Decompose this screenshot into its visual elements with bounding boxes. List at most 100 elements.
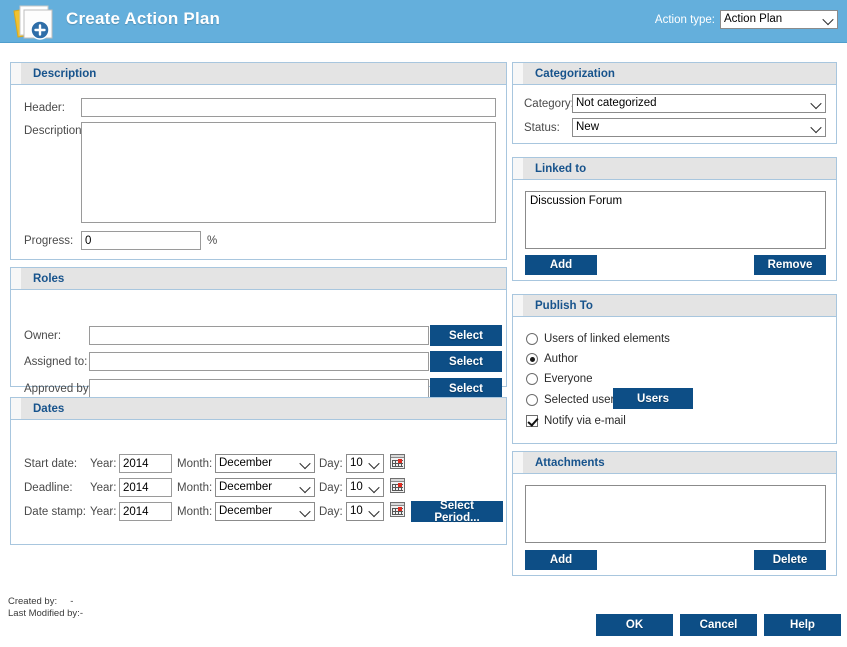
radio-label: Selected users <box>544 394 620 406</box>
approved-by-input[interactable] <box>89 379 429 398</box>
attachments-delete-button[interactable]: Delete <box>754 550 826 570</box>
description-textarea[interactable] <box>81 122 496 223</box>
roles-panel-title: Roles <box>11 273 64 285</box>
approved-by-label: Approved by: <box>24 383 92 395</box>
notify-via-email-label: Notify via e-mail <box>544 415 626 427</box>
linked-to-remove-button[interactable]: Remove <box>754 255 826 275</box>
notify-via-email-checkbox-row[interactable]: Notify via e-mail <box>526 415 626 427</box>
action-type-select[interactable]: Action Plan <box>720 10 838 29</box>
radio-button-icon[interactable] <box>526 333 538 345</box>
date-stamp-label: Date stamp: <box>24 506 86 518</box>
dates-panel: Dates Start date: Year: Month: December … <box>10 397 507 545</box>
checkbox-icon[interactable] <box>526 415 538 427</box>
categorization-panel: Categorization Category: Not categorized… <box>512 62 837 144</box>
attachments-panel-header: Attachments <box>513 452 836 474</box>
date-stamp-month-select[interactable]: December <box>215 502 315 521</box>
linked-to-listbox[interactable]: Discussion Forum <box>525 191 826 249</box>
header-input[interactable] <box>81 98 496 117</box>
linked-to-add-button[interactable]: Add <box>525 255 597 275</box>
cancel-button[interactable]: Cancel <box>680 614 757 636</box>
title-bar: Create Action Plan Action type: Action P… <box>0 0 847 43</box>
users-button[interactable]: Users <box>613 388 693 409</box>
action-type-control: Action type: Action Plan <box>655 10 838 29</box>
assigned-to-input[interactable] <box>89 352 429 371</box>
assigned-to-label: Assigned to: <box>24 356 87 368</box>
radio-label: Author <box>544 353 578 365</box>
publish-to-panel-title: Publish To <box>513 300 593 312</box>
radio-everyone[interactable]: Everyone <box>526 373 593 385</box>
dates-panel-header: Dates <box>11 398 506 420</box>
start-date-label: Start date: <box>24 458 77 470</box>
linked-to-panel-title: Linked to <box>513 163 586 175</box>
owner-input[interactable] <box>89 326 429 345</box>
start-date-month-select[interactable]: December <box>215 454 315 473</box>
start-date-calendar-icon[interactable] <box>390 454 405 469</box>
create-action-plan-dialog: Create Action Plan Action type: Action P… <box>0 0 847 647</box>
radio-button-icon[interactable] <box>526 353 538 365</box>
last-modified-by-text: Last Modified by:- <box>8 608 83 619</box>
description-panel: Description Header: Description: Progres… <box>10 62 507 260</box>
select-period-button[interactable]: Select Period... <box>411 501 503 522</box>
attachments-add-button[interactable]: Add <box>525 550 597 570</box>
action-type-label: Action type: <box>655 14 715 26</box>
list-item[interactable]: Discussion Forum <box>530 195 821 207</box>
attachments-listbox[interactable] <box>525 485 826 543</box>
radio-label: Users of linked elements <box>544 333 670 345</box>
linked-to-panel: Linked to Discussion Forum Add Remove <box>512 157 837 281</box>
radio-users-of-linked-elements[interactable]: Users of linked elements <box>526 333 670 345</box>
progress-input[interactable] <box>81 231 201 250</box>
publish-to-panel-body: Users of linked elements Author Everyone… <box>513 317 836 443</box>
deadline-month-select[interactable]: December <box>215 478 315 497</box>
radio-author[interactable]: Author <box>526 353 578 365</box>
page-title: Create Action Plan <box>66 9 220 29</box>
description-panel-body: Header: Description: Progress: % <box>11 85 506 259</box>
radio-button-icon[interactable] <box>526 394 538 406</box>
description-panel-header: Description <box>11 63 506 85</box>
date-stamp-day-label: Day: <box>319 506 343 518</box>
date-stamp-year-label: Year: <box>90 506 116 518</box>
category-select[interactable]: Not categorized <box>572 94 826 113</box>
date-stamp-year-input[interactable] <box>119 502 172 521</box>
dates-panel-body: Start date: Year: Month: December Day: 1… <box>11 420 506 544</box>
attachments-panel-title: Attachments <box>513 457 605 469</box>
deadline-year-input[interactable] <box>119 478 172 497</box>
radio-button-icon[interactable] <box>526 373 538 385</box>
description-field-label: Description: <box>24 125 85 137</box>
deadline-month-label: Month: <box>177 482 212 494</box>
status-label: Status: <box>524 122 560 134</box>
progress-label: Progress: <box>24 235 73 247</box>
owner-label: Owner: <box>24 330 61 342</box>
date-stamp-month-label: Month: <box>177 506 212 518</box>
dates-panel-title: Dates <box>11 403 64 415</box>
date-stamp-calendar-icon[interactable] <box>390 502 405 517</box>
description-panel-title: Description <box>11 68 96 80</box>
attachments-panel: Attachments Add Delete <box>512 451 837 576</box>
publish-to-panel: Publish To Users of linked elements Auth… <box>512 294 837 444</box>
categorization-panel-title: Categorization <box>513 68 615 80</box>
radio-label: Everyone <box>544 373 593 385</box>
radio-selected-users[interactable]: Selected users <box>526 394 620 406</box>
deadline-calendar-icon[interactable] <box>390 478 405 493</box>
created-by-text: Created by: - <box>8 596 73 607</box>
progress-unit: % <box>207 235 217 247</box>
attachments-panel-body: Add Delete <box>513 474 836 575</box>
deadline-label: Deadline: <box>24 482 73 494</box>
approved-by-select-button[interactable]: Select <box>430 378 502 399</box>
date-stamp-day-select[interactable]: 10 <box>346 502 384 521</box>
categorization-panel-body: Category: Not categorized Status: New <box>513 85 836 143</box>
header-field-label: Header: <box>24 102 65 114</box>
deadline-day-select[interactable]: 10 <box>346 478 384 497</box>
start-date-month-label: Month: <box>177 458 212 470</box>
status-select[interactable]: New <box>572 118 826 137</box>
ok-button[interactable]: OK <box>596 614 673 636</box>
assigned-to-select-button[interactable]: Select <box>430 351 502 372</box>
roles-panel-body: Owner: Select Assigned to: Select Approv… <box>11 290 506 386</box>
linked-to-panel-header: Linked to <box>513 158 836 180</box>
roles-panel: Roles Owner: Select Assigned to: Select … <box>10 267 507 387</box>
start-date-day-select[interactable]: 10 <box>346 454 384 473</box>
start-date-day-label: Day: <box>319 458 343 470</box>
help-button[interactable]: Help <box>764 614 841 636</box>
owner-select-button[interactable]: Select <box>430 325 502 346</box>
start-date-year-input[interactable] <box>119 454 172 473</box>
roles-panel-header: Roles <box>11 268 506 290</box>
